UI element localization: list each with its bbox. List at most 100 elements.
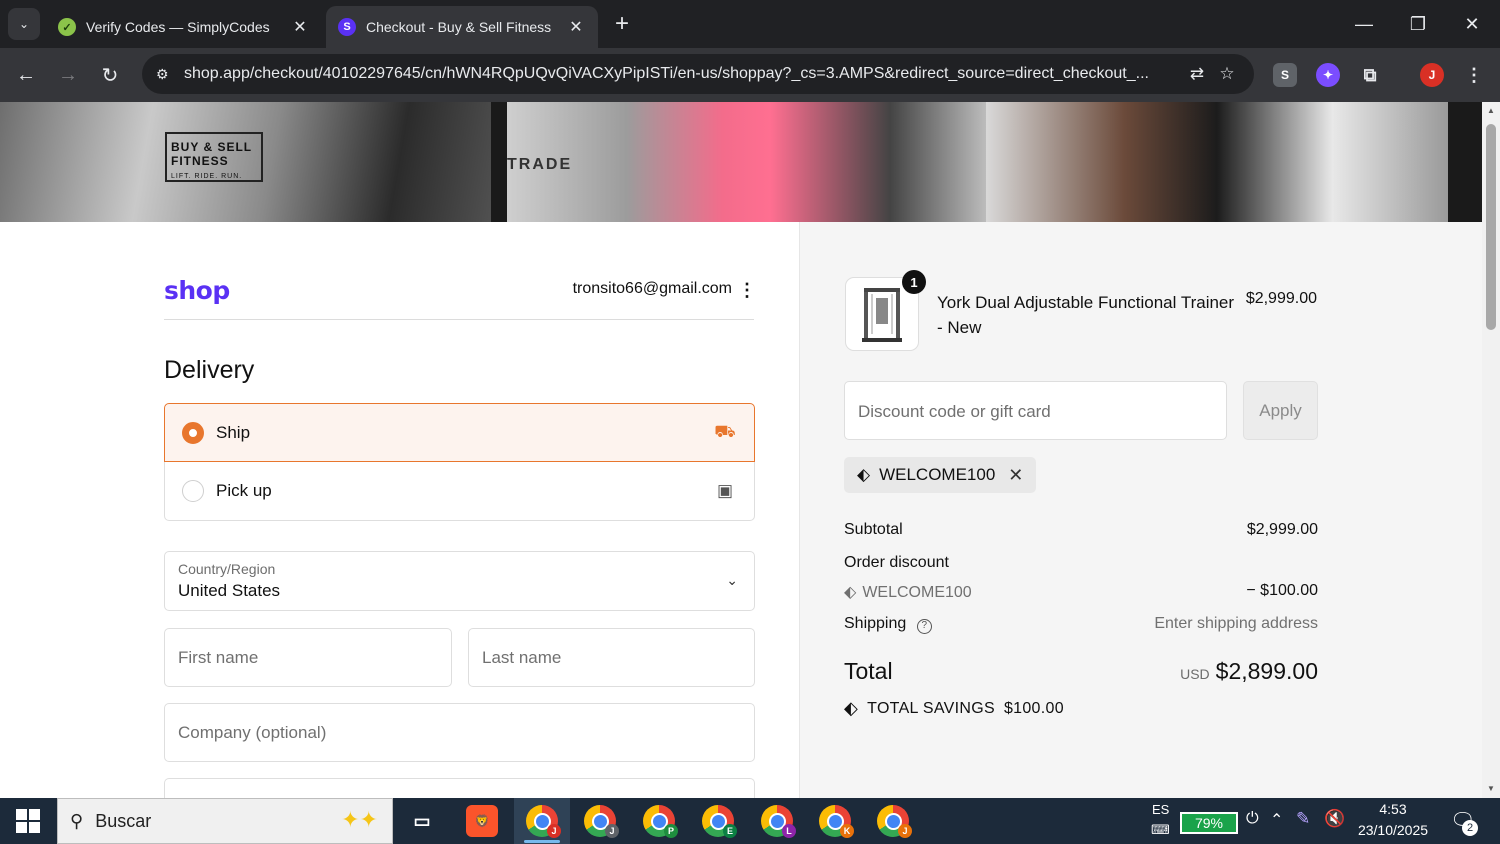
- scroll-up-icon[interactable]: ▲: [1486, 106, 1496, 115]
- store-icon: ▣: [716, 481, 734, 500]
- brave-browser-icon[interactable]: 🦁: [466, 805, 498, 837]
- feather-app-icon[interactable]: ✎: [1296, 809, 1310, 829]
- notification-count-badge: 2: [1462, 820, 1478, 836]
- profile-badge: J: [547, 824, 561, 838]
- first-name-field[interactable]: First name: [164, 628, 452, 687]
- restore-icon[interactable]: ❐: [1402, 8, 1434, 40]
- ship-radio[interactable]: [182, 421, 204, 444]
- close-window-icon[interactable]: ✕: [1456, 8, 1488, 40]
- simplycodes-favicon-icon: ✓: [58, 18, 76, 36]
- scroll-thumb[interactable]: [1486, 124, 1496, 330]
- url-text[interactable]: shop.app/checkout/40102297645/cn/hWN4RQp…: [184, 65, 1182, 83]
- tag-icon: ⬖: [857, 465, 871, 484]
- tab-search-button[interactable]: ⌄: [8, 8, 40, 40]
- extension-purple-icon[interactable]: ✦: [1316, 63, 1340, 87]
- header-divider: [164, 319, 754, 320]
- taskbar-search[interactable]: ⚲ Buscar ✦✦: [57, 798, 393, 844]
- functional-trainer-image: [862, 288, 902, 342]
- country-select[interactable]: Country/Region United States ⌄: [164, 551, 755, 611]
- apply-discount-button[interactable]: Apply: [1243, 381, 1318, 440]
- clock-date[interactable]: 23/10/2025: [1352, 822, 1434, 838]
- windows-start-icon[interactable]: [16, 809, 40, 833]
- tab-title: Checkout - Buy & Sell Fitness: [366, 19, 552, 35]
- quantity-badge: 1: [902, 270, 926, 294]
- bookmark-star-icon[interactable]: ☆: [1212, 64, 1242, 84]
- chrome-profile-l-icon[interactable]: L: [761, 805, 796, 838]
- reload-icon[interactable]: ↻: [94, 59, 126, 91]
- scroll-down-icon[interactable]: ▼: [1486, 784, 1496, 793]
- power-plug-icon[interactable]: ⏻: [1246, 810, 1259, 828]
- account-menu-icon[interactable]: ⋮: [738, 280, 756, 301]
- profile-badge: E: [723, 824, 737, 838]
- company-placeholder: Company (optional): [178, 722, 327, 742]
- order-summary-panel: 1 York Dual Adjustable Functional Traine…: [800, 222, 1482, 798]
- chrome-profile-p-icon[interactable]: P: [643, 805, 678, 838]
- copilot-sparkle-icon: ✦✦: [341, 807, 378, 832]
- last-name-field[interactable]: Last name: [468, 628, 755, 687]
- browser-tabstrip: ⌄ ✓ Verify Codes — SimplyCodes ✕ S Check…: [0, 0, 1500, 48]
- browser-menu-icon[interactable]: ⋮: [1462, 63, 1486, 87]
- banner-trade-text: TRADE: [507, 156, 573, 173]
- page-scrollbar[interactable]: ▲ ▼: [1482, 102, 1500, 798]
- back-icon[interactable]: ←: [10, 59, 42, 91]
- minimize-icon[interactable]: —: [1348, 8, 1380, 40]
- last-name-placeholder: Last name: [482, 647, 562, 667]
- volume-muted-icon[interactable]: 🔇: [1324, 809, 1345, 829]
- profile-avatar[interactable]: J: [1420, 63, 1444, 87]
- clock-time[interactable]: 4:53: [1362, 801, 1424, 817]
- total-value: $2,899.00: [1215, 658, 1318, 684]
- chrome-profile-j-icon[interactable]: J: [526, 805, 561, 838]
- savings-label: TOTAL SAVINGS: [867, 699, 995, 717]
- order-discount-row: Order discount: [844, 554, 1318, 572]
- browser-toolbar: ← → ↻ ⚙ shop.app/checkout/40102297645/cn…: [0, 48, 1500, 102]
- site-info-icon[interactable]: ⚙: [156, 66, 180, 83]
- subtotal-value: $2,999.00: [1246, 521, 1318, 538]
- banner-image-cycling: TRADE: [507, 102, 986, 222]
- help-circle-icon[interactable]: ?: [916, 619, 932, 634]
- order-discount-label: Order discount: [844, 554, 949, 571]
- new-tab-button[interactable]: +: [608, 10, 636, 38]
- delivery-option-pickup[interactable]: Pick up ▣: [164, 462, 755, 521]
- applied-discount-chip: ⬖ WELCOME100 ✕: [844, 457, 1037, 493]
- subtotal-row: Subtotal $2,999.00: [844, 521, 1318, 539]
- tab-checkout[interactable]: S Checkout - Buy & Sell Fitness ✕: [326, 6, 598, 48]
- banner-image-treadmill: [986, 102, 1448, 222]
- keyboard-icon[interactable]: ⌨: [1151, 822, 1170, 838]
- close-tab-icon[interactable]: ✕: [290, 17, 310, 37]
- store-logo-text: BUY & SELL FITNESS: [171, 140, 252, 169]
- account-email: tronsito66@gmail.com: [572, 280, 732, 297]
- total-label: Total: [844, 658, 893, 684]
- close-tab-icon[interactable]: ✕: [566, 17, 586, 37]
- extension-s-icon[interactable]: S: [1273, 63, 1297, 87]
- first-name-placeholder: First name: [178, 647, 259, 667]
- pickup-label: Pick up: [216, 481, 272, 500]
- store-logo-subtext: LIFT. RIDE. RUN.: [171, 172, 243, 180]
- chrome-profile-e-icon[interactable]: E: [702, 805, 737, 838]
- tag-small-icon: ⬖: [844, 584, 857, 601]
- shop-favicon-icon: S: [338, 18, 356, 36]
- shipping-label: Shipping: [844, 615, 907, 632]
- chrome-profile-k-icon[interactable]: K: [819, 805, 854, 838]
- task-view-icon[interactable]: ▭: [406, 805, 438, 837]
- chrome-profile-j3-icon[interactable]: J: [877, 805, 912, 838]
- forward-icon[interactable]: →: [52, 59, 84, 91]
- translate-icon[interactable]: ⇄: [1182, 64, 1212, 84]
- address-bar[interactable]: ⚙ shop.app/checkout/40102297645/cn/hWN4R…: [142, 54, 1254, 94]
- product-name: York Dual Adjustable Functional Trainer …: [937, 293, 1235, 337]
- store-logo: BUY & SELL FITNESS LIFT. RIDE. RUN.: [165, 132, 263, 182]
- delivery-option-ship[interactable]: Ship ⛟: [164, 403, 755, 462]
- show-hidden-icons-chevron-icon[interactable]: ⌃: [1270, 810, 1283, 830]
- discount-code-input[interactable]: Discount code or gift card: [844, 381, 1227, 440]
- battery-indicator[interactable]: 79%: [1180, 812, 1238, 834]
- extensions-puzzle-icon[interactable]: ⧉: [1358, 63, 1382, 87]
- checkout-form-panel: shop tronsito66@gmail.com ⋮ Delivery Shi…: [0, 222, 800, 818]
- profile-badge: P: [664, 824, 678, 838]
- chrome-profile-j2-icon[interactable]: J: [584, 805, 619, 838]
- tab-verify-codes[interactable]: ✓ Verify Codes — SimplyCodes ✕: [46, 6, 322, 48]
- pickup-radio[interactable]: [182, 480, 204, 502]
- discount-value: − $100.00: [1246, 582, 1318, 599]
- company-field[interactable]: Company (optional): [164, 703, 755, 762]
- discount-code-row: ⬖ WELCOME100 − $100.00: [844, 582, 1318, 602]
- remove-discount-icon[interactable]: ✕: [1008, 465, 1023, 486]
- language-indicator[interactable]: ES: [1152, 802, 1169, 817]
